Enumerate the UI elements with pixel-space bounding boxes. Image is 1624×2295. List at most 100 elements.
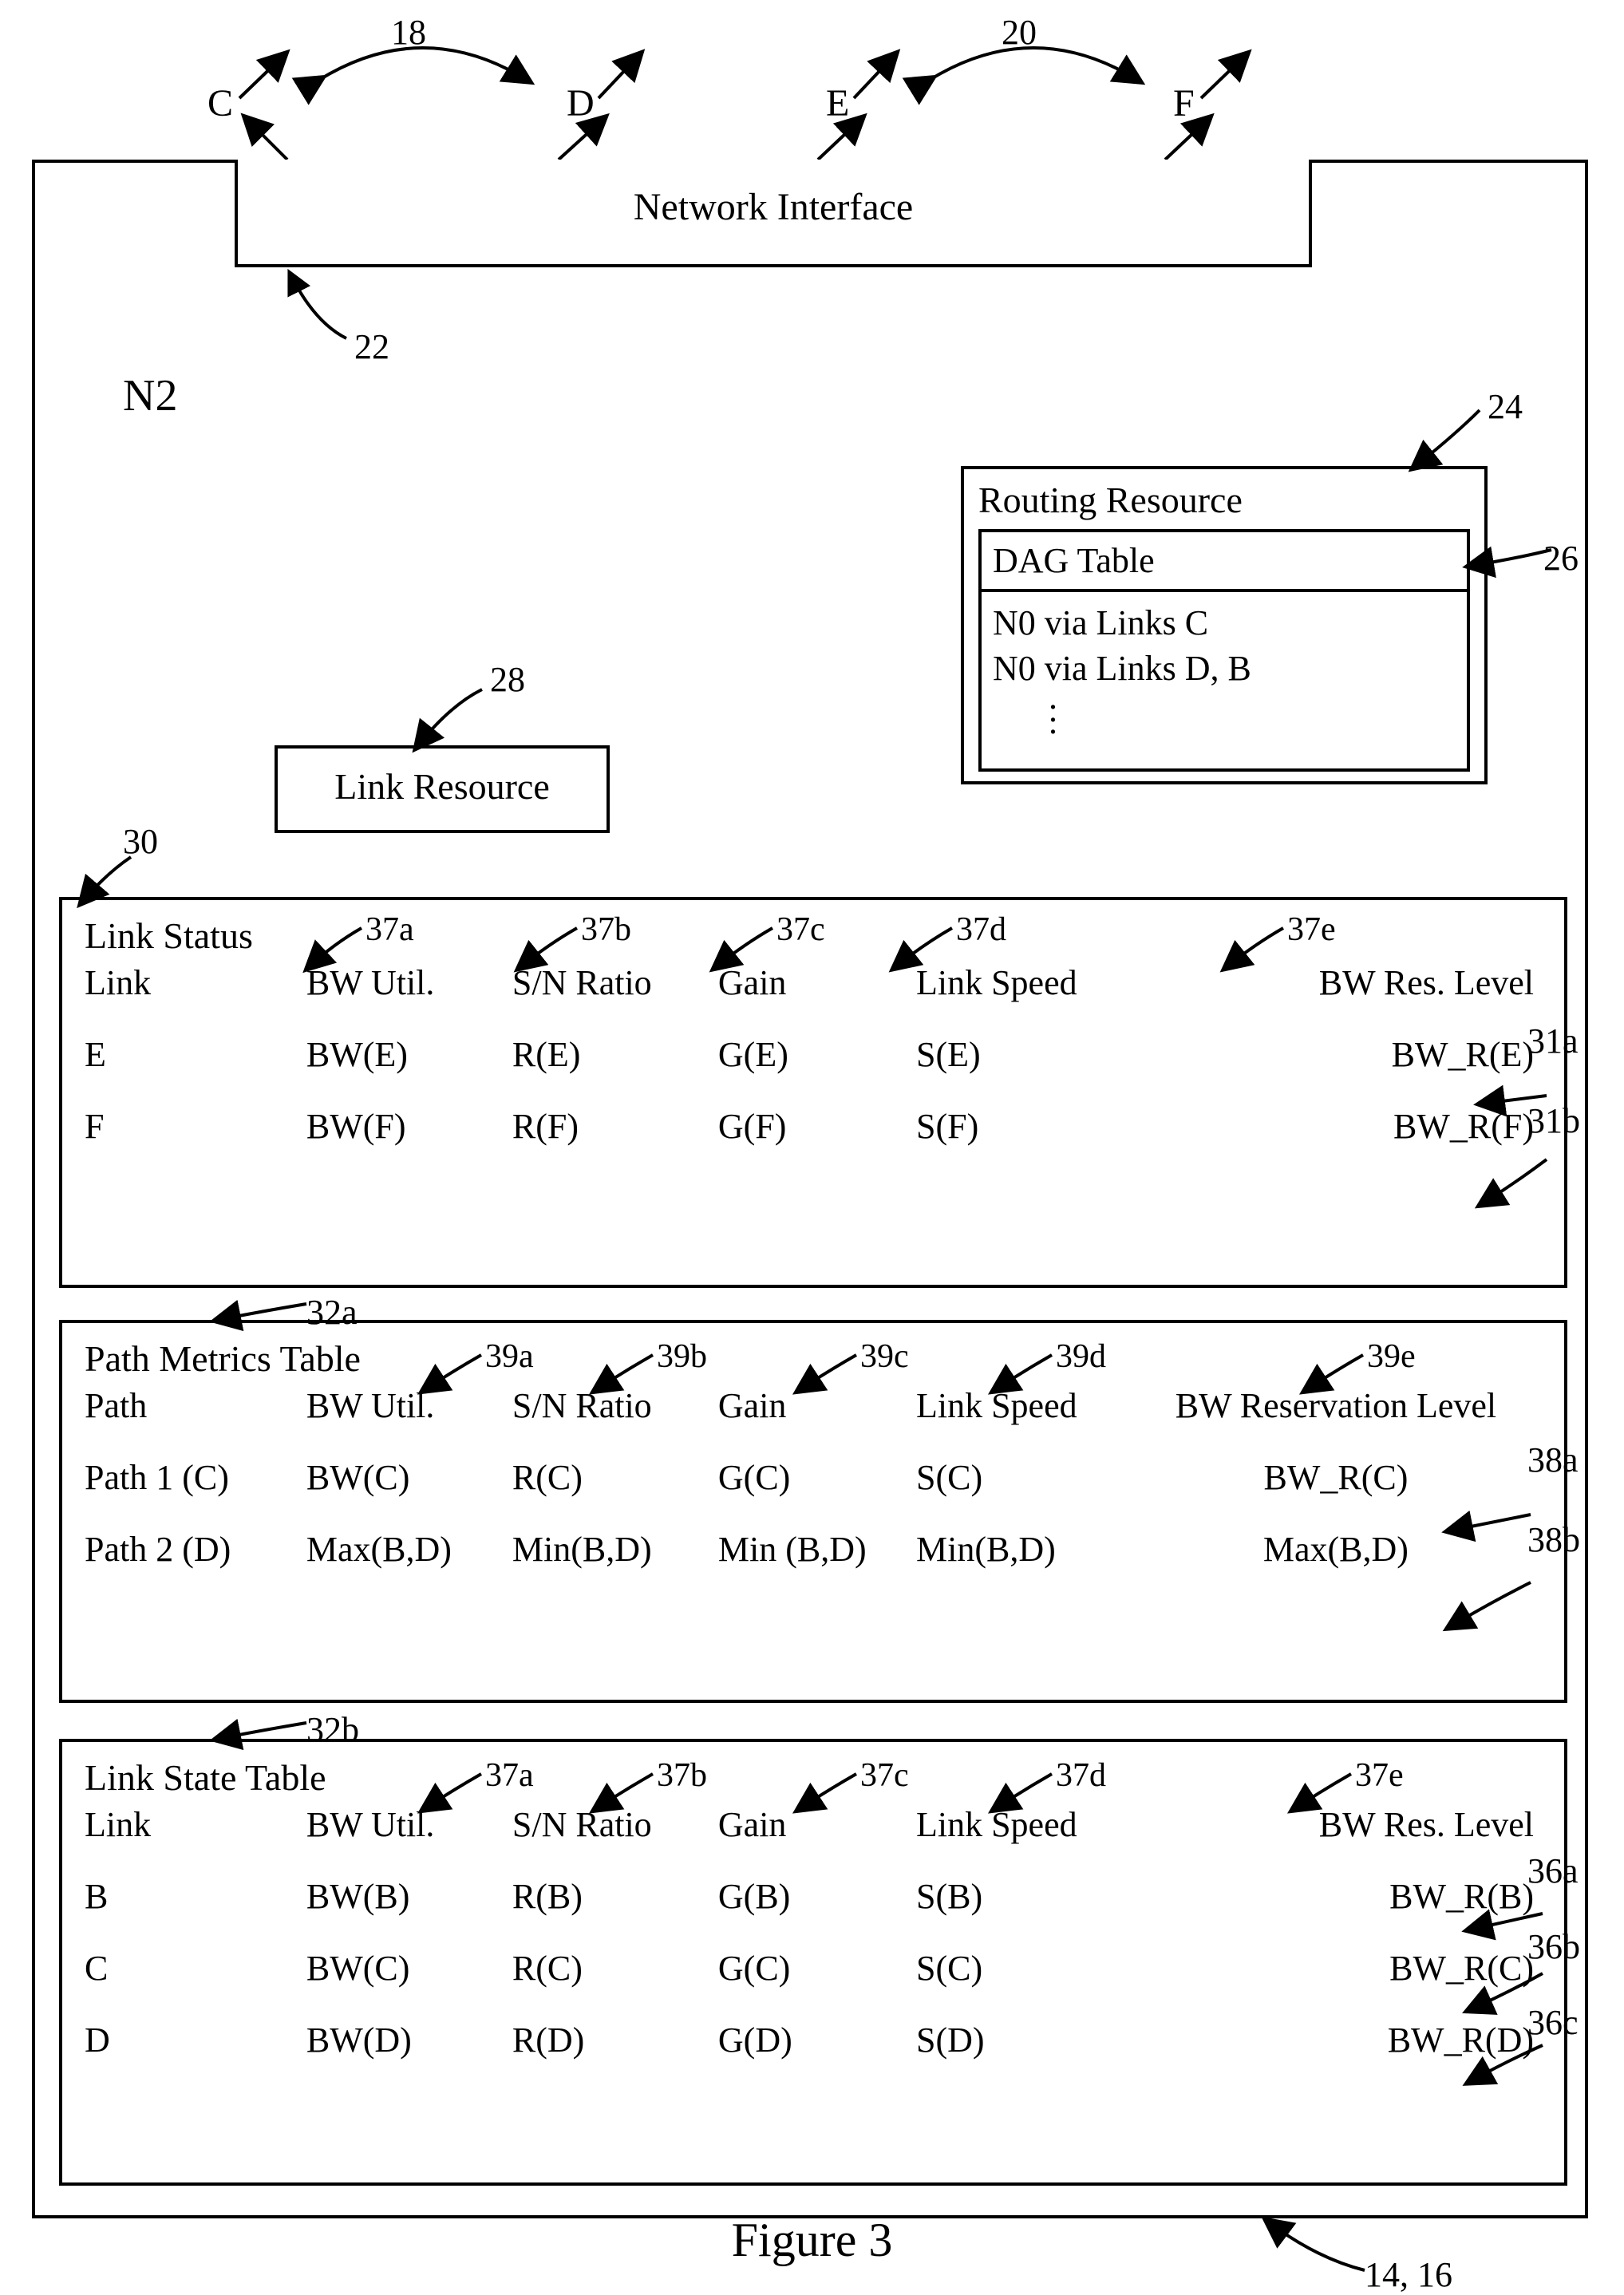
cell: R(D) — [512, 2020, 718, 2060]
svg-text:39d: 39d — [1056, 1338, 1106, 1375]
network-interface-label: Network Interface — [634, 186, 913, 228]
ref22-label: 22 — [354, 326, 389, 367]
hdr-link: Link — [85, 962, 306, 1003]
cell: G(C) — [718, 1457, 916, 1498]
cell: B — [85, 1876, 306, 1917]
cell: BW(C) — [306, 1948, 512, 1989]
svg-text:20: 20 — [1002, 13, 1037, 52]
n2-device-box: Network Interface 22 N2 Routing Resource… — [32, 160, 1588, 2218]
top-ports-arrows: C 18 D E 20 F — [0, 0, 1624, 184]
linkstatus-header-leads: 37a 37b 37c 37d 37e — [302, 912, 1579, 976]
link-state-box: Link State Table 37a 37b 37c 37d 37e Lin… — [59, 1739, 1567, 2186]
ref38b-label: 38b — [1527, 1519, 1580, 1560]
ref36c-label: 36c — [1527, 2002, 1579, 2043]
cell: S(E) — [916, 1034, 1154, 1075]
cell: Path 2 (D) — [85, 1529, 306, 1570]
cell: R(C) — [512, 1457, 718, 1498]
svg-text:37a: 37a — [485, 1757, 534, 1794]
cell-link-E: E — [85, 1034, 306, 1075]
cell: G(D) — [718, 2020, 916, 2060]
cell: R(E) — [512, 1034, 718, 1075]
ref38a-label: 38a — [1527, 1440, 1579, 1480]
link-resource-box: Link Resource — [275, 745, 610, 833]
svg-text:18: 18 — [391, 13, 426, 52]
svg-text:37d: 37d — [1056, 1757, 1106, 1794]
link-state-row-C: C BW(C) R(C) G(C) S(C) BW_R(C) — [85, 1948, 1550, 2020]
ref31a-label: 31a — [1527, 1021, 1579, 1061]
svg-text:C: C — [207, 82, 233, 124]
cell: BW(E) — [306, 1034, 512, 1075]
cell: BW(D) — [306, 2020, 512, 2060]
cell: Max(B,D) — [306, 1529, 512, 1570]
ref28-lead — [402, 681, 530, 753]
hdr-path: Path — [85, 1385, 306, 1426]
cell: BW(B) — [306, 1876, 512, 1917]
ref31b-label: 31b — [1527, 1100, 1580, 1141]
cell: G(E) — [718, 1034, 916, 1075]
pathmetrics-header-leads: 39a 39b 39c 39d 39e — [302, 1335, 1579, 1399]
link-resource-label: Link Resource — [334, 766, 550, 807]
svg-text:39c: 39c — [860, 1338, 909, 1375]
dag-row-1: N0 via Links D, B — [993, 646, 1456, 691]
svg-text:37e: 37e — [1355, 1757, 1404, 1794]
cell: S(C) — [916, 1948, 1154, 1989]
link-state-row-B: B BW(B) R(B) G(B) S(B) BW_R(B) — [85, 1876, 1550, 1948]
cell: G(B) — [718, 1876, 916, 1917]
ref38-leads — [1435, 1475, 1579, 1674]
cell: Min(B,D) — [512, 1529, 718, 1570]
ref31-leads — [1475, 1056, 1610, 1247]
ref24-label: 24 — [1488, 386, 1523, 427]
ref26-label: 26 — [1543, 538, 1579, 579]
cell: C — [85, 1948, 306, 1989]
hdr-link: Link — [85, 1804, 306, 1845]
ref36a-label: 36a — [1527, 1851, 1579, 1891]
cell: R(F) — [512, 1106, 718, 1147]
path-row-1: Path 1 (C) BW(C) R(C) G(C) S(C) BW_R(C) — [85, 1457, 1550, 1529]
cell: D — [85, 2020, 306, 2060]
svg-text:37c: 37c — [776, 911, 825, 948]
svg-text:39e: 39e — [1367, 1338, 1416, 1375]
cell: G(F) — [718, 1106, 916, 1147]
figure-caption: Figure 3 — [0, 2213, 1624, 2268]
linkstate-header-leads: 37a 37b 37c 37d 37e — [302, 1754, 1579, 1818]
svg-text:39b: 39b — [657, 1338, 707, 1375]
cell: S(F) — [916, 1106, 1154, 1147]
cell: G(C) — [718, 1948, 916, 1989]
cell: Min (B,D) — [718, 1529, 916, 1570]
svg-text:D: D — [567, 82, 595, 124]
dag-ellipsis: ... — [993, 691, 1456, 728]
svg-text:39a: 39a — [485, 1338, 534, 1375]
link-status-row-E: E BW(E) R(E) G(E) S(E) BW_R(E) — [85, 1034, 1550, 1106]
cell: BW(C) — [306, 1457, 512, 1498]
cell: BW(F) — [306, 1106, 512, 1147]
cell-link-F: F — [85, 1106, 306, 1147]
dag-table-title: DAG Table — [982, 532, 1467, 592]
ref22-lead — [267, 267, 426, 362]
dag-row-0: N0 via Links C — [993, 600, 1456, 646]
cell: S(D) — [916, 2020, 1154, 2060]
cell: S(B) — [916, 1876, 1154, 1917]
path-metrics-box: Path Metrics Table 39a 39b 39c 39d 39e P… — [59, 1320, 1567, 1703]
svg-text:37d: 37d — [956, 911, 1006, 948]
cell: R(B) — [512, 1876, 718, 1917]
cell: R(C) — [512, 1948, 718, 1989]
dag-table: DAG Table N0 via Links C N0 via Links D,… — [978, 529, 1470, 772]
link-status-row-F: F BW(F) R(F) G(F) S(F) BW_R(F) — [85, 1106, 1550, 1210]
node-n2-label: N2 — [123, 370, 177, 421]
svg-text:37c: 37c — [860, 1757, 909, 1794]
svg-text:37e: 37e — [1287, 911, 1336, 948]
path-row-2: Path 2 (D) Max(B,D) Min(B,D) Min (B,D) M… — [85, 1529, 1550, 1625]
routing-resource-title: Routing Resource — [978, 479, 1470, 521]
routing-resource-box: Routing Resource DAG Table N0 via Links … — [961, 466, 1488, 784]
svg-text:37b: 37b — [581, 911, 631, 948]
cell: S(C) — [916, 1457, 1138, 1498]
network-interface-box: Network Interface — [235, 160, 1312, 267]
cell: Path 1 (C) — [85, 1457, 306, 1498]
svg-text:37b: 37b — [657, 1757, 707, 1794]
link-state-row-D: D BW(D) R(D) G(D) S(D) BW_R(D) — [85, 2020, 1550, 2092]
link-status-box: Link Status 37a 37b 37c 37d 37e Link BW … — [59, 897, 1567, 1288]
ref36b-label: 36b — [1527, 1926, 1580, 1967]
cell: Min(B,D) — [916, 1529, 1138, 1570]
link-status-title: Link Status — [85, 914, 308, 957]
svg-text:37a: 37a — [365, 911, 414, 948]
